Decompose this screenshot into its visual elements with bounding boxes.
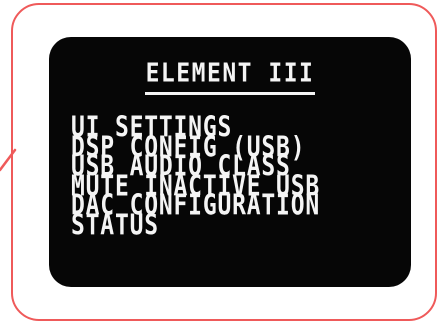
screenshot-stage: ELEMENT III UI SETTINGS DSP CONFIG (USB)… bbox=[0, 0, 443, 327]
device-title: ELEMENT III bbox=[145, 59, 315, 89]
menu-item-status[interactable]: STATUS bbox=[71, 212, 320, 239]
settings-menu: UI SETTINGS DSP CONFIG (USB) USB AUDIO C… bbox=[71, 114, 320, 239]
title-underline bbox=[145, 92, 315, 95]
device-display: ELEMENT III UI SETTINGS DSP CONFIG (USB)… bbox=[49, 37, 411, 287]
